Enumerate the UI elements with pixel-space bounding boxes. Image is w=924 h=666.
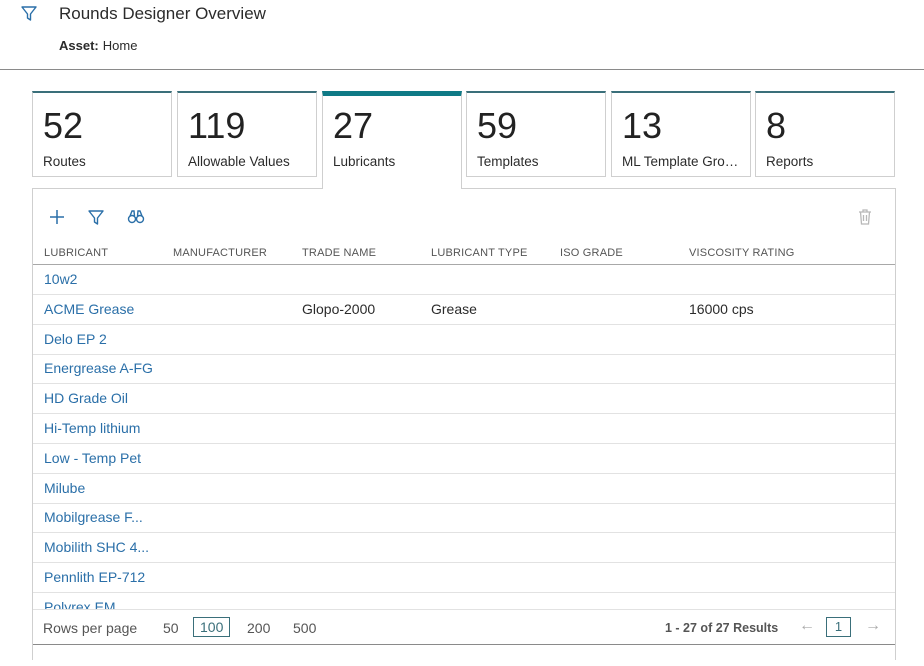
tile-ml-template-groups[interactable]: 13 ML Template Groups [611,91,751,177]
table-row[interactable]: Mobilith SHC 4... [33,533,895,564]
cell-lubricant-type: Grease [431,300,477,317]
table-row[interactable]: Pennlith EP-712 [33,563,895,593]
column-header-iso-grade[interactable]: ISO GRADE [560,247,623,259]
filter-icon[interactable] [86,207,106,227]
tile-count: 8 [766,105,787,146]
rows-per-page-option-100[interactable]: 100 [193,617,231,637]
tile-count: 59 [477,105,518,146]
table-row[interactable]: 10w2 [33,265,895,295]
tile-label: Allowable Values [188,154,290,169]
cell-lubricant[interactable]: ACME Grease [44,301,134,317]
column-header-manufacturer[interactable]: MANUFACTURER [173,247,267,259]
tile-label: ML Template Groups [622,154,744,169]
asset-context: Asset: Home [59,38,137,53]
tile-count: 13 [622,105,663,146]
next-page-button[interactable]: → [865,617,881,635]
cell-lubricant[interactable]: Milube [44,480,85,496]
cell-lubricant[interactable]: Delo EP 2 [44,331,107,347]
cell-lubricant[interactable]: Mobilgrease F... [44,509,143,525]
tile-label: Templates [477,154,539,169]
column-header-lubricant-type[interactable]: LUBRICANT TYPE [431,247,528,259]
grid-header: LUBRICANT MANUFACTURER TRADE NAME LUBRIC… [33,245,895,265]
tile-count: 52 [43,105,84,146]
tile-count: 119 [188,105,246,146]
column-header-trade-name[interactable]: TRADE NAME [302,247,376,259]
cell-lubricant[interactable]: Low - Temp Pet [44,450,141,466]
table-row[interactable]: ACME Grease Glopo-2000 Grease 16000 cps [33,295,895,325]
column-header-viscosity-rating[interactable]: VISCOSITY RATING [689,247,794,259]
asset-label: Asset: [59,38,99,53]
tile-lubricants[interactable]: 27 Lubricants [322,91,462,189]
column-header-lubricant[interactable]: LUBRICANT [44,247,108,259]
cell-lubricant[interactable]: Polyrex EM [44,599,116,609]
cell-lubricant[interactable]: 10w2 [44,271,77,287]
table-row[interactable]: Polyrex EM [33,593,895,609]
page-title: Rounds Designer Overview [59,4,266,23]
binoculars-icon[interactable] [126,207,146,227]
summary-tiles: 52 Routes 119 Allowable Values 27 Lubric… [32,91,896,189]
cell-trade-name: Glopo-2000 [302,300,376,317]
cell-viscosity-rating: 16000 cps [689,300,754,317]
tile-reports[interactable]: 8 Reports [755,91,895,177]
plus-icon[interactable] [47,207,67,227]
tile-routes[interactable]: 52 Routes [32,91,172,177]
lubricants-panel: LUBRICANT MANUFACTURER TRADE NAME LUBRIC… [32,188,896,660]
table-row[interactable]: Mobilgrease F... [33,503,895,534]
tile-label: Reports [766,154,814,169]
cell-lubricant[interactable]: HD Grade Oil [44,390,128,406]
cell-lubricant[interactable]: Hi-Temp lithium [44,420,140,436]
tile-label: Lubricants [333,154,396,169]
cell-lubricant[interactable]: Pennlith EP-712 [44,569,145,585]
rows-per-page-option-200[interactable]: 200 [247,620,270,636]
prev-page-button[interactable]: ← [799,617,815,635]
rows-per-page-option-50[interactable]: 50 [163,620,179,636]
tile-allowable-values[interactable]: 119 Allowable Values [177,91,317,177]
cell-lubricant[interactable]: Mobilith SHC 4... [44,539,149,555]
grid-toolbar [33,189,895,245]
table-row[interactable]: Low - Temp Pet [33,444,895,474]
asset-value: Home [102,38,138,53]
rows-per-page-label: Rows per page [43,620,138,636]
filter-icon[interactable] [20,5,38,23]
tile-count: 27 [333,105,374,146]
trash-icon[interactable] [855,207,875,227]
table-row[interactable]: Delo EP 2 [33,325,895,355]
rows-per-page-option-500[interactable]: 500 [293,620,316,636]
table-row[interactable]: Energrease A-FG [33,354,895,385]
tile-label: Routes [43,154,86,169]
results-count: 1 - 27 of 27 Results [665,621,779,635]
pager: Rows per page 50 100 200 500 1 - 27 of 2… [33,609,895,645]
page-number[interactable]: 1 [826,617,851,637]
grid-body[interactable]: 10w2 ACME Grease Glopo-2000 Grease 16000 cps… [33,265,895,609]
table-row[interactable]: Milube [33,474,895,504]
page-header: Rounds Designer Overview Asset: Home [0,0,924,70]
table-row[interactable]: Hi-Temp lithium [33,414,895,444]
tile-templates[interactable]: 59 Templates [466,91,606,177]
cell-lubricant[interactable]: Energrease A-FG [44,360,153,376]
table-row[interactable]: HD Grade Oil [33,384,895,415]
